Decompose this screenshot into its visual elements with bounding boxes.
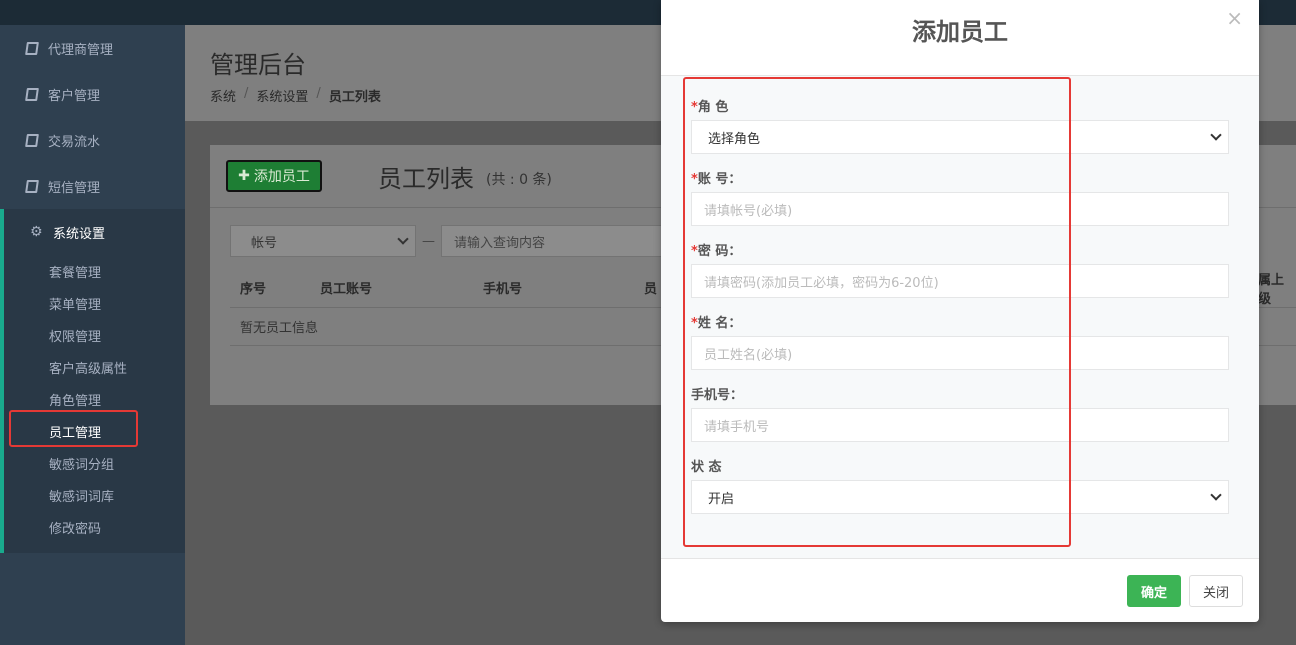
sidebar-item-system-settings[interactable]: ⚙ 系统设置 [4,209,185,255]
sidebar-group-system-settings: ⚙ 系统设置 套餐管理 菜单管理 权限管理 客户高级属性 角色管理 员工管理 敏… [0,209,185,553]
book-icon [25,133,39,147]
sidebar-item-transactions[interactable]: 交易流水 [0,117,185,163]
book-icon [25,41,39,55]
column-header: 员工账号 [320,282,373,297]
column-header: 员 [644,282,658,297]
sidebar-subitem-customer-attributes[interactable]: 客户高级属性 [4,351,185,383]
sidebar-subitem-menus[interactable]: 菜单管理 [4,287,185,319]
sidebar-item-sms[interactable]: 短信管理 [0,163,185,209]
sidebar-item-label: 短信管理 [48,180,101,196]
book-icon [25,179,39,193]
filter-field-select[interactable]: 帐号 [230,225,416,257]
breadcrumb-separator: / [244,86,249,101]
sidebar-item-label: 系统设置 [53,226,106,242]
plus-icon: ✚ [238,168,250,184]
filter-row: 帐号 — 请输入查询内容 [230,225,671,257]
chevron-down-icon [1210,129,1222,141]
filter-field-value: 帐号 [251,235,278,251]
breadcrumb-item[interactable]: 系统设置 [256,86,308,105]
gear-icon: ⚙ [30,223,43,240]
confirm-button[interactable]: 确定 [1127,575,1181,607]
breadcrumb-separator: / [316,86,321,101]
add-employee-button[interactable]: ✚ 添加员工 [226,160,322,192]
chevron-down-icon [397,233,409,245]
column-header: 手机号 [483,282,523,297]
filter-dash: — [422,233,435,249]
close-icon[interactable]: × [1226,6,1243,30]
sidebar-item-agent[interactable]: 代理商管理 [0,25,185,71]
panel-title: 员工列表 [378,164,474,193]
search-input[interactable]: 请输入查询内容 [441,225,671,257]
sidebar-item-label: 代理商管理 [48,42,114,58]
chevron-down-icon [1210,489,1222,501]
book-icon [25,87,39,101]
sidebar-item-label: 交易流水 [48,134,101,150]
record-count: (共 : 0 条) [486,172,552,188]
column-header: 序号 [240,282,267,297]
column-header: 属上级 [1258,272,1285,307]
annotation-highlight-form [683,77,1071,547]
sidebar-item-label: 客户管理 [48,88,101,104]
sidebar-subitem-sensitive-words[interactable]: 敏感词词库 [4,479,185,511]
sidebar-item-customer[interactable]: 客户管理 [0,71,185,117]
breadcrumb-item[interactable]: 系统 [210,86,236,105]
modal-title: 添加员工 [912,18,1008,46]
sidebar-subitem-permissions[interactable]: 权限管理 [4,319,185,351]
breadcrumb-current: 员工列表 [328,90,381,105]
annotation-highlight-sidebar [9,410,138,447]
sidebar-subitem-sensitive-groups[interactable]: 敏感词分组 [4,447,185,479]
modal-footer: 确定 关闭 [661,558,1259,622]
modal-header: 添加员工 × [661,0,1259,76]
close-button[interactable]: 关闭 [1189,575,1243,607]
sidebar: 代理商管理 客户管理 交易流水 短信管理 ⚙ 系统设置 套餐管理 菜单管理 权限… [0,25,185,645]
sidebar-subitem-packages[interactable]: 套餐管理 [4,255,185,287]
sidebar-subitem-change-password[interactable]: 修改密码 [4,511,185,543]
add-employee-label: 添加员工 [253,169,310,185]
